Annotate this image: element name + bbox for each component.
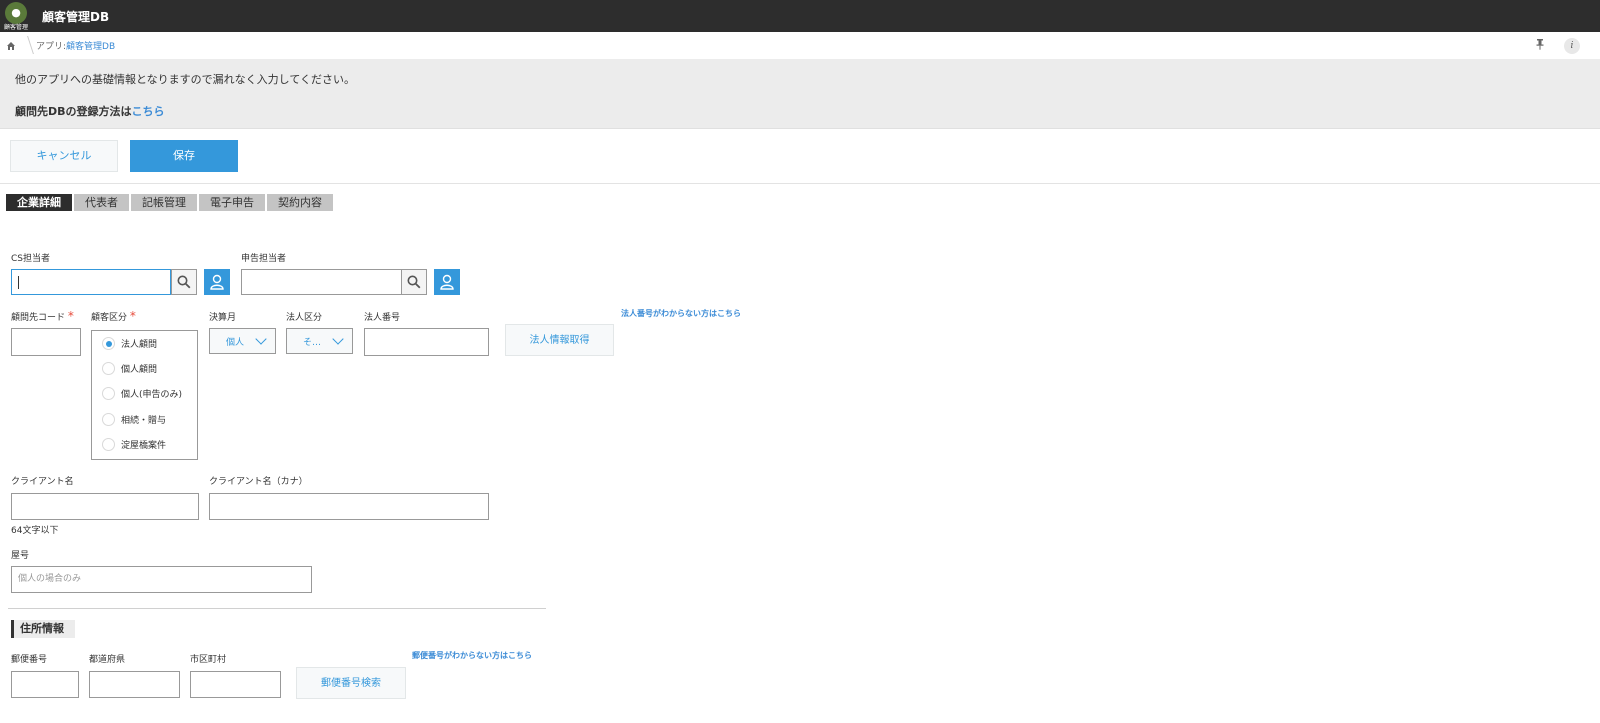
tab-representative[interactable]: 代表者 [74,194,129,211]
filing-staff-user-picker-button[interactable] [434,269,460,295]
user-icon [440,274,454,290]
radio-button[interactable] [102,387,115,400]
filing-staff-label: 申告担当者 [241,254,287,264]
notice-message: 他のアプリへの基礎情報となりますので漏れなく入力してください。 [15,73,356,86]
notice-registration-guide: 顧問先DBの登録方法はこちら [15,103,165,119]
breadcrumb: アプリ: 顧客管理DB i [0,32,1600,59]
tab-e-filing[interactable]: 電子申告 [199,194,265,211]
text-cursor [18,276,19,289]
radio-button[interactable] [102,362,115,375]
app-logo[interactable]: ● 顧客管理 [0,0,32,32]
tab-contract[interactable]: 契約内容 [267,194,333,211]
breadcrumb-prefix: アプリ: [36,42,67,52]
search-icon [407,275,421,289]
notice-guide-text: 顧問先DBの登録方法は [15,105,132,118]
prefecture-label: 都道府県 [89,655,126,665]
cs-staff-search-button[interactable] [171,269,197,295]
tab-bar: 企業詳細 代表者 記帳管理 電子申告 契約内容 [6,194,333,211]
cs-staff-user-picker-button[interactable] [204,269,230,295]
tab-bookkeeping[interactable]: 記帳管理 [131,194,197,211]
client-name-kana-label: クライアント名（カナ） [209,477,308,487]
corp-type-label: 法人区分 [286,313,323,323]
radio-button[interactable] [102,438,115,451]
radio-button[interactable] [102,413,115,426]
people-icon: ● [5,1,27,24]
section-divider [8,608,546,609]
corp-type-select[interactable]: そ… [286,328,353,354]
notice-guide-link[interactable]: こちら [132,105,165,118]
notice-panel: 他のアプリへの基礎情報となりますので漏れなく入力してください。 顧問先DBの登録… [0,59,1600,129]
client-type-label: 顧客区分 * [91,309,136,323]
address-section-title: 住所情報 [11,620,75,638]
trade-name-label: 屋号 [11,551,30,561]
tab-company-details[interactable]: 企業詳細 [6,194,72,211]
radio-option[interactable]: 法人顧問 [102,337,157,350]
info-icon[interactable]: i [1564,38,1580,54]
postal-code-help-link[interactable]: 郵便番号がわからない方はこちら [412,650,532,661]
required-mark: * [129,309,136,323]
client-type-radio-group: 法人顧問 個人顧問 個人(申告のみ) 相続・贈与 淀屋橋案件 [91,330,198,460]
user-icon [210,274,224,290]
postal-code-input[interactable] [11,671,79,698]
radio-option-label: 個人(申告のみ) [121,390,183,400]
fiscal-month-label: 決算月 [209,313,237,323]
save-button[interactable]: 保存 [130,140,238,172]
fiscal-month-value: 個人 [226,337,245,348]
city-label: 市区町村 [190,655,227,665]
cancel-button[interactable]: キャンセル [10,140,118,172]
client-name-input[interactable] [11,493,199,520]
app-title: 顧客管理DB [42,9,110,24]
radio-option[interactable]: 個人(申告のみ) [102,387,182,400]
postal-code-label: 郵便番号 [11,655,48,665]
corp-number-label: 法人番号 [364,313,401,323]
corp-type-value: そ… [303,337,322,348]
radio-option-label: 相続・贈与 [121,416,167,426]
radio-option-label: 法人顧問 [121,340,158,350]
trade-name-input[interactable]: 個人の場合のみ [11,566,312,593]
corp-number-help-link[interactable]: 法人番号がわからない方はこちら [621,308,741,319]
radio-option-label: 淀屋橋案件 [121,441,167,451]
radio-option[interactable]: 相続・贈与 [102,413,166,426]
search-icon [177,275,191,289]
corp-number-input[interactable] [364,328,489,356]
client-code-label-text: 顧問先コード [11,313,66,323]
prefecture-input[interactable] [89,671,180,698]
radio-button[interactable] [102,337,115,350]
fetch-corp-info-button[interactable]: 法人情報取得 [505,324,614,356]
client-name-label: クライアント名 [11,477,74,487]
filing-staff-search-button[interactable] [401,269,427,295]
client-name-kana-input[interactable] [209,493,489,520]
client-code-label: 顧問先コード * [11,309,74,323]
required-mark: * [67,309,74,323]
chevron-down-icon [332,333,344,345]
cs-staff-label: CS担当者 [11,254,50,264]
chevron-down-icon [255,333,267,345]
client-type-label-text: 顧客区分 [91,313,128,323]
fiscal-month-select[interactable]: 個人 [209,328,276,354]
breadcrumb-separator [22,32,32,59]
divider [0,183,1600,184]
filing-staff-input[interactable] [241,269,402,295]
pin-icon[interactable] [1536,39,1544,53]
app-logo-caption: 顧客管理 [3,23,28,31]
app-header: ● 顧客管理 顧客管理DB [0,0,1600,32]
radio-option[interactable]: 個人顧問 [102,362,157,375]
postal-code-search-button[interactable]: 郵便番号検索 [296,667,406,699]
radio-option[interactable]: 淀屋橋案件 [102,438,166,451]
client-code-input[interactable] [11,328,81,356]
client-name-hint: 64文字以下 [11,526,59,536]
city-input[interactable] [190,671,281,698]
cs-staff-input[interactable] [11,269,171,295]
radio-option-label: 個人顧問 [121,365,158,375]
breadcrumb-app-link[interactable]: 顧客管理DB [66,39,115,52]
